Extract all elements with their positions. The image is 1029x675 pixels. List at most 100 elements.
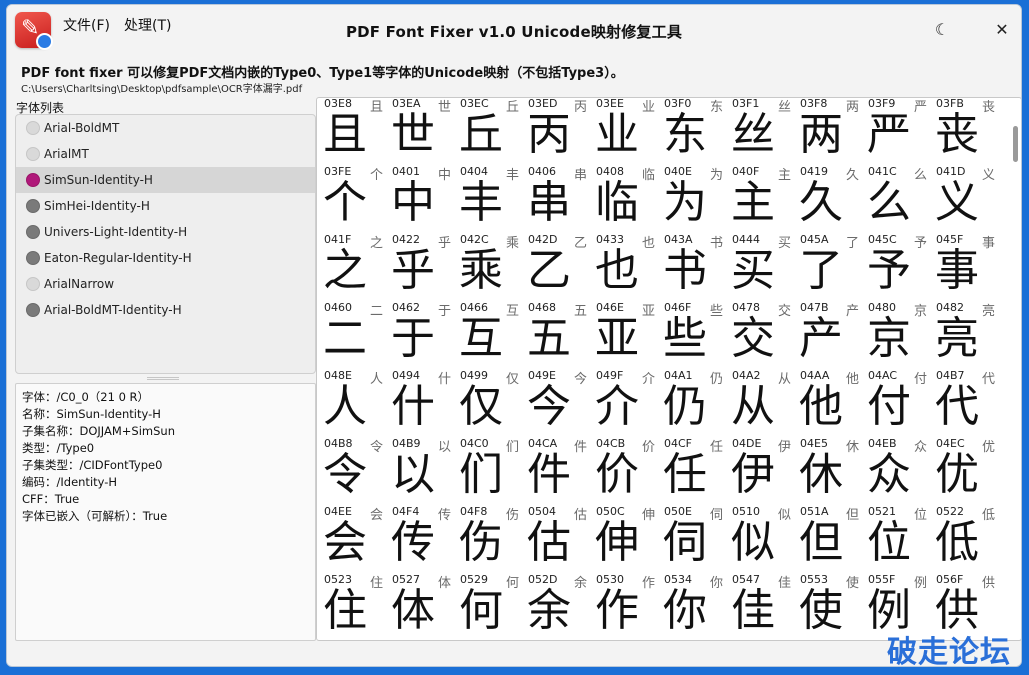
glyph-cell[interactable]: 0499 仅仅: [457, 366, 525, 434]
glyph-cell[interactable]: 0510 似似: [729, 502, 797, 570]
glyph-cell[interactable]: 0419 久久: [797, 162, 865, 230]
glyph-cell[interactable]: 03EE 业业: [593, 98, 661, 162]
glyph-cell[interactable]: 03F1 丝丝: [729, 98, 797, 162]
glyph-cell[interactable]: 041D 义义: [933, 162, 1001, 230]
font-name-label: ArialNarrow: [44, 277, 115, 291]
glyph-cell[interactable]: 04AA 他他: [797, 366, 865, 434]
glyph-cell[interactable]: 0547 佳佳: [729, 570, 797, 638]
glyph-cell[interactable]: 052D 余余: [525, 570, 593, 638]
glyph-cell[interactable]: 04F4 传传: [389, 502, 457, 570]
glyph-cell[interactable]: 03FE 个个: [321, 162, 389, 230]
glyph-cell[interactable]: 046F 些些: [661, 298, 729, 366]
glyph-cell[interactable]: 04A2 从从: [729, 366, 797, 434]
glyph-cell[interactable]: 0466 互互: [457, 298, 525, 366]
glyph-cell[interactable]: 0460 二二: [321, 298, 389, 366]
glyph-cell[interactable]: 04CA 件件: [525, 434, 593, 502]
glyph-cell[interactable]: 043A 书书: [661, 230, 729, 298]
glyph-cell[interactable]: 04B8 令令: [321, 434, 389, 502]
glyph-cell[interactable]: 051A 但但: [797, 502, 865, 570]
glyph-cell[interactable]: 040E 为为: [661, 162, 729, 230]
glyph-cell[interactable]: 048E 人人: [321, 366, 389, 434]
glyph-cell[interactable]: 0406 串串: [525, 162, 593, 230]
glyph-cell[interactable]: 0404 丰丰: [457, 162, 525, 230]
glyph-cell[interactable]: 0444 买买: [729, 230, 797, 298]
glyph-cell[interactable]: 0521 位位: [865, 502, 933, 570]
glyph-render: 丧: [935, 109, 979, 160]
glyph-cell[interactable]: 04E5 休休: [797, 434, 865, 502]
glyph-cell[interactable]: 04C0 们们: [457, 434, 525, 502]
glyph-cell[interactable]: 050E 伺伺: [661, 502, 729, 570]
glyph-cell[interactable]: 03FB 丧丧: [933, 98, 1001, 162]
glyph-cell[interactable]: 045C 予予: [865, 230, 933, 298]
glyph-cell[interactable]: 0462 于于: [389, 298, 457, 366]
font-list-item[interactable]: Arial-BoldMT: [16, 115, 315, 141]
glyph-cell[interactable]: 045A 了了: [797, 230, 865, 298]
glyph-cell[interactable]: 049E 今今: [525, 366, 593, 434]
glyph-cell[interactable]: 0504 估估: [525, 502, 593, 570]
glyph-cell[interactable]: 0401 中中: [389, 162, 457, 230]
glyph-cell[interactable]: 04F8 伤伤: [457, 502, 525, 570]
glyph-cell[interactable]: 03F8 两两: [797, 98, 865, 162]
font-list-item[interactable]: ArialNarrow: [16, 271, 315, 297]
glyph-cell[interactable]: 04B7 代代: [933, 366, 1001, 434]
glyph-cell[interactable]: 041C 么么: [865, 162, 933, 230]
font-list-item[interactable]: Eaton-Regular-Identity-H: [16, 245, 315, 271]
glyph-cell[interactable]: 0480 京京: [865, 298, 933, 366]
glyph-cell[interactable]: 04EB 众众: [865, 434, 933, 502]
glyph-cell[interactable]: 042D 乙乙: [525, 230, 593, 298]
glyph-cell[interactable]: 050C 伸伸: [593, 502, 661, 570]
font-list-item[interactable]: ArialMT: [16, 141, 315, 167]
glyph-cell[interactable]: 0422 乎乎: [389, 230, 457, 298]
glyph-cell[interactable]: 0522 低低: [933, 502, 1001, 570]
glyph-unicode-preview: 他: [845, 372, 859, 387]
glyph-unicode-preview: 体: [437, 576, 451, 591]
font-list-item[interactable]: Univers-Light-Identity-H: [16, 219, 315, 245]
glyph-cell[interactable]: 0468 五五: [525, 298, 593, 366]
font-list-item[interactable]: SimHei-Identity-H: [16, 193, 315, 219]
glyph-cell[interactable]: 0523 住住: [321, 570, 389, 638]
info-line: 类型：/Type0: [22, 441, 95, 455]
glyph-cell[interactable]: 0482 亮亮: [933, 298, 1001, 366]
glyph-cell[interactable]: 04CF 任任: [661, 434, 729, 502]
glyph-cell[interactable]: 04B9 以以: [389, 434, 457, 502]
glyph-cell[interactable]: 045F 事事: [933, 230, 1001, 298]
glyph-cell[interactable]: 049F 介介: [593, 366, 661, 434]
glyph-cell[interactable]: 03ED 丙丙: [525, 98, 593, 162]
close-icon[interactable]: ✕: [991, 19, 1013, 41]
scrollbar-thumb[interactable]: [1013, 126, 1018, 162]
glyph-cell[interactable]: 03EA 世世: [389, 98, 457, 162]
glyph-cell[interactable]: 0478 交交: [729, 298, 797, 366]
glyph-cell[interactable]: 04EC 优优: [933, 434, 1001, 502]
glyph-cell[interactable]: 0529 何何: [457, 570, 525, 638]
glyph-cell[interactable]: 04DE 伊伊: [729, 434, 797, 502]
font-list-item[interactable]: Arial-BoldMT-Identity-H: [16, 297, 315, 323]
splitter-handle[interactable]: [147, 377, 179, 380]
glyph-cell[interactable]: 04AC 付付: [865, 366, 933, 434]
font-list-item[interactable]: SimSun-Identity-H: [16, 167, 315, 193]
glyph-cell[interactable]: 04A1 仍仍: [661, 366, 729, 434]
glyph-cell[interactable]: 0433 也也: [593, 230, 661, 298]
glyph-cell[interactable]: 0408 临临: [593, 162, 661, 230]
glyph-cell[interactable]: 0553 使使: [797, 570, 865, 638]
glyph-unicode-preview: 买: [777, 236, 791, 251]
glyph-cell[interactable]: 03F0 东东: [661, 98, 729, 162]
moon-icon[interactable]: ☾: [931, 19, 953, 41]
info-line: 字体已嵌入（可解析）：True: [22, 509, 168, 523]
glyph-cell[interactable]: 04EE 会会: [321, 502, 389, 570]
glyph-cell[interactable]: 040F 主主: [729, 162, 797, 230]
glyph-unicode-preview: 世: [437, 100, 451, 115]
glyph-cell[interactable]: 04CB 价价: [593, 434, 661, 502]
glyph-cell[interactable]: 0534 你你: [661, 570, 729, 638]
glyph-cell[interactable]: 0494 什什: [389, 366, 457, 434]
glyph-cell[interactable]: 03F9 严严: [865, 98, 933, 162]
glyph-cell[interactable]: 03EC 丘丘: [457, 98, 525, 162]
glyph-cell[interactable]: 03E8 且且: [321, 98, 389, 162]
glyph-cell[interactable]: 042C 乘乘: [457, 230, 525, 298]
glyph-cell[interactable]: 0530 作作: [593, 570, 661, 638]
glyph-cell[interactable]: 046E 亚亚: [593, 298, 661, 366]
glyph-cell[interactable]: 0527 体体: [389, 570, 457, 638]
glyph-render: 丘: [459, 109, 503, 160]
glyph-cell[interactable]: 047B 产产: [797, 298, 865, 366]
glyph-cell[interactable]: 041F 之之: [321, 230, 389, 298]
glyph-render: 之: [323, 245, 367, 296]
